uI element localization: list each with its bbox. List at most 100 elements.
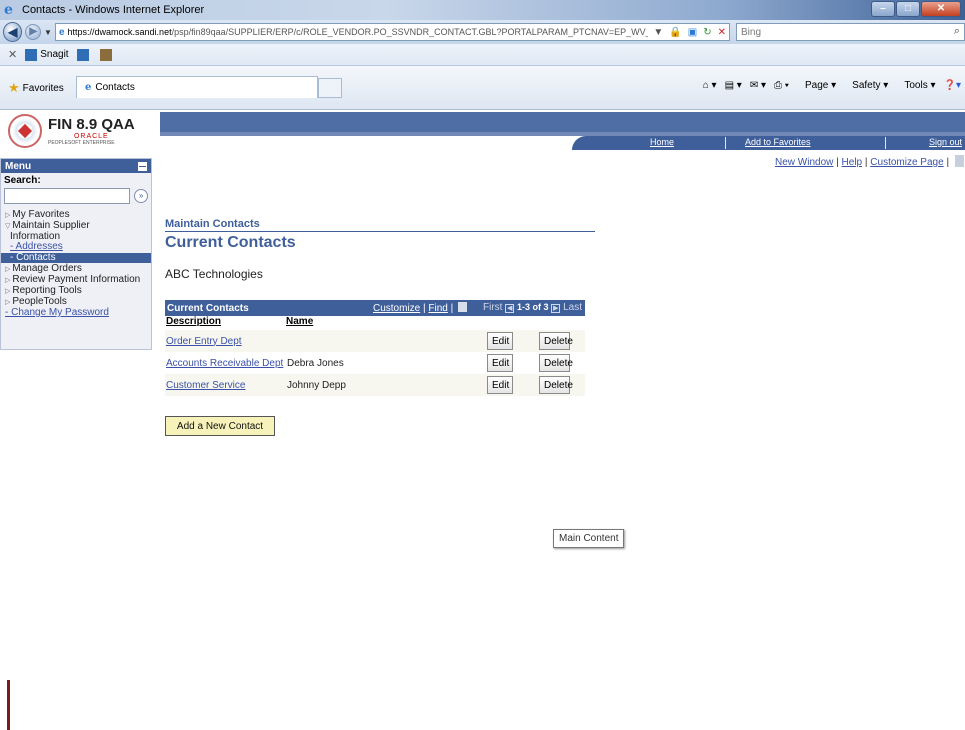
mail-icon[interactable]: ✉ ▾ bbox=[750, 80, 766, 91]
add-to-favorites-link[interactable]: Add to Favorites bbox=[745, 137, 811, 147]
snagit-button[interactable]: Snagit bbox=[25, 48, 69, 61]
contact-name: Johnny Depp bbox=[287, 379, 346, 391]
back-button[interactable]: ◀ bbox=[3, 22, 23, 42]
delete-button[interactable]: Delete bbox=[539, 332, 573, 350]
next-icon[interactable]: ▶ bbox=[551, 304, 561, 313]
tools-menu[interactable]: Tools ▾ bbox=[896, 80, 935, 91]
supplier-name: ABC Technologies bbox=[165, 267, 263, 281]
snagit-capture-button[interactable] bbox=[76, 48, 92, 61]
stop-icon[interactable]: ✕ bbox=[718, 27, 726, 38]
snagit-icon bbox=[25, 48, 38, 61]
header-banner bbox=[160, 112, 965, 132]
capture-icon bbox=[76, 48, 89, 61]
help-link[interactable]: Help bbox=[842, 157, 863, 168]
search-input[interactable]: Bing ⌕ bbox=[735, 23, 965, 41]
snagit-edit-button[interactable] bbox=[99, 48, 115, 61]
menu-title: Menu bbox=[5, 160, 32, 172]
expand-icon: ▷ bbox=[5, 266, 11, 273]
edit-button[interactable]: Edit bbox=[487, 354, 513, 372]
safety-menu[interactable]: Safety ▾ bbox=[844, 80, 888, 91]
history-dropdown-icon[interactable]: ▼ bbox=[44, 28, 52, 37]
page-title: Current Contacts bbox=[165, 234, 296, 251]
column-name[interactable]: Name bbox=[286, 316, 313, 330]
add-new-contact-button[interactable]: Add a New Contact bbox=[165, 416, 275, 436]
edit-button[interactable]: Edit bbox=[487, 376, 513, 394]
contacts-grid: Current Contacts Customize | Find | Firs… bbox=[165, 300, 585, 396]
star-icon: ★ bbox=[8, 80, 20, 95]
delete-button[interactable]: Delete bbox=[539, 354, 573, 372]
home-icon[interactable]: ⌂ ▾ bbox=[703, 80, 717, 91]
search-icon[interactable]: ⌕ bbox=[954, 25, 960, 38]
contact-description-link[interactable]: Customer Service bbox=[166, 380, 245, 391]
peoplesoft-label: PEOPLESOFT ENTERPRISE bbox=[48, 140, 115, 146]
customize-page-link[interactable]: Customize Page bbox=[870, 157, 943, 168]
column-description[interactable]: Description bbox=[166, 316, 221, 330]
expand-icon: ▷ bbox=[5, 288, 11, 295]
menu-item-change-password[interactable]: - Change My Password bbox=[1, 308, 151, 318]
menu-item-contacts[interactable]: - Contacts bbox=[1, 253, 151, 263]
http-icon[interactable] bbox=[954, 155, 964, 167]
home-link[interactable]: Home bbox=[650, 137, 674, 147]
url-host: https://dwamock.sandi.net bbox=[67, 27, 172, 37]
first-link[interactable]: First bbox=[483, 302, 502, 313]
favorites-bar: ★ Favorites e Contacts ⌂ ▾ ▤ ▾ ✉ ▾ ⎙ ▾ P… bbox=[0, 66, 965, 110]
compatibility-icon[interactable]: ▣ bbox=[688, 27, 697, 38]
print-icon[interactable]: ⎙ ▾ bbox=[774, 80, 789, 91]
page-links: New Window | Help | Customize Page | bbox=[775, 155, 964, 168]
search-go-icon[interactable]: » bbox=[134, 189, 148, 203]
contact-description-link[interactable]: Accounts Receivable Dept bbox=[166, 358, 283, 369]
contact-description-link[interactable]: Order Entry Dept bbox=[166, 336, 242, 347]
forward-button[interactable]: ▶ bbox=[25, 24, 42, 40]
ie-logo-icon: e bbox=[4, 2, 13, 18]
grid-navigation: First ◀ 1-3 of 3 ▶ Last bbox=[483, 302, 582, 313]
minimize-button[interactable]: – bbox=[871, 1, 895, 17]
window-controls: – □ ✕ bbox=[870, 1, 961, 17]
tooltip: Main Content bbox=[553, 529, 625, 548]
contact-name: Debra Jones bbox=[287, 357, 344, 369]
sign-out-link[interactable]: Sign out bbox=[929, 137, 962, 147]
feeds-icon[interactable]: ▤ ▾ bbox=[725, 80, 742, 91]
delete-button[interactable]: Delete bbox=[539, 376, 573, 394]
find-link[interactable]: Find bbox=[428, 303, 447, 314]
command-bar: ⌂ ▾ ▤ ▾ ✉ ▾ ⎙ ▾ Page ▾ Safety ▾ Tools ▾ … bbox=[695, 80, 961, 91]
brand-logo: FIN 8.9 QAA ORACLE PEOPLESOFT ENTERPRISE bbox=[8, 112, 158, 150]
edit-button[interactable]: Edit bbox=[487, 332, 513, 350]
address-icons: ▼ 🔒 ▣ ↻ ✕ bbox=[648, 24, 729, 40]
district-seal-icon bbox=[8, 114, 42, 148]
column-headers: Description Name bbox=[165, 316, 585, 330]
close-button[interactable]: ✕ bbox=[921, 1, 961, 17]
environment-name: FIN 8.9 QAA bbox=[48, 116, 135, 133]
refresh-icon[interactable]: ↻ bbox=[703, 27, 711, 38]
menu-item-addresses[interactable]: - Addresses bbox=[1, 242, 151, 252]
expand-icon: ▷ bbox=[5, 212, 11, 219]
last-link[interactable]: Last bbox=[563, 302, 582, 313]
expand-icon: ▷ bbox=[5, 299, 11, 306]
collapse-icon[interactable] bbox=[138, 161, 147, 171]
breadcrumb: Maintain Contacts bbox=[165, 218, 260, 230]
customize-link[interactable]: Customize bbox=[373, 303, 420, 314]
row-range: 1-3 of 3 bbox=[517, 302, 549, 312]
window-titlebar: e Contacts - Windows Internet Explorer –… bbox=[0, 0, 965, 20]
lock-icon[interactable]: 🔒 bbox=[669, 27, 681, 38]
favorites-button[interactable]: ★ Favorites bbox=[8, 80, 64, 96]
dropdown-icon[interactable]: ▼ bbox=[653, 27, 663, 38]
help-icon[interactable]: ❓▾ bbox=[944, 80, 961, 91]
prev-icon[interactable]: ◀ bbox=[505, 304, 515, 313]
collapse-icon: ▽ bbox=[5, 223, 11, 230]
edge-marker bbox=[7, 680, 10, 730]
expand-icon: ▷ bbox=[5, 277, 11, 284]
new-window-link[interactable]: New Window bbox=[775, 157, 833, 168]
header-links: Home Add to Favorites Sign out bbox=[572, 136, 965, 150]
ie-tab-icon: e bbox=[85, 82, 92, 93]
page-menu[interactable]: Page ▾ bbox=[797, 80, 836, 91]
close-toolbar-icon[interactable]: ✕ bbox=[8, 48, 17, 61]
maximize-button[interactable]: □ bbox=[896, 1, 920, 17]
tab-contacts[interactable]: e Contacts bbox=[76, 76, 318, 98]
address-input[interactable]: e https://dwamock.sandi.net /psp/fin89qa… bbox=[54, 23, 730, 41]
page-icon: e bbox=[58, 26, 65, 38]
table-row: Customer Service Johnny Depp Edit Delete bbox=[165, 374, 585, 396]
grid-header: Current Contacts Customize | Find | Firs… bbox=[165, 300, 585, 316]
menu-search-input[interactable] bbox=[4, 188, 131, 204]
new-tab-button[interactable] bbox=[318, 78, 342, 98]
download-icon[interactable] bbox=[458, 302, 468, 312]
